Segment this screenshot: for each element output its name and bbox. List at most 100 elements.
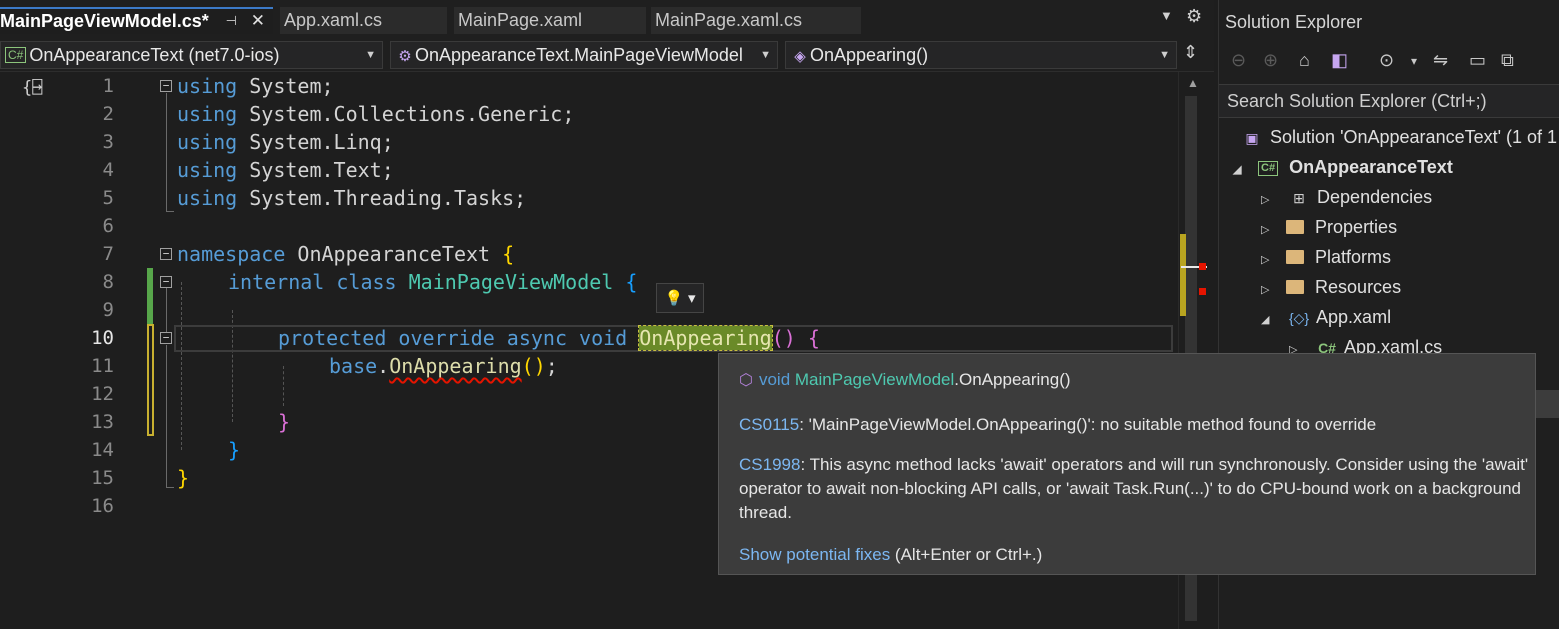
error-code-link[interactable]: CS1998 — [739, 455, 800, 474]
tree-item-app-xaml[interactable]: ◢ {◇} App.xaml — [1261, 302, 1391, 332]
quick-info-tooltip: ⬡ void MainPageViewModel.OnAppearing() CS… — [718, 353, 1536, 575]
expanded-icon[interactable]: ◢ — [1261, 305, 1281, 335]
indent-guide — [283, 366, 284, 406]
code-line-5: using System.Threading.Tasks; — [177, 186, 527, 210]
code-line-2: using System.Collections.Generic; — [177, 102, 575, 126]
expanded-icon[interactable]: ◢ — [1233, 155, 1253, 185]
collapse-icon[interactable]: − — [160, 332, 172, 344]
error-marker — [1199, 288, 1206, 295]
dependencies-icon: ⊞ — [1293, 190, 1305, 206]
tree-item-dependencies[interactable]: ▷ ⊞ Dependencies — [1261, 182, 1432, 212]
xaml-file-icon: {◇} — [1288, 310, 1310, 326]
code-line-8: internal class MainPageViewModel { — [228, 270, 638, 294]
indent-guide — [181, 282, 182, 450]
document-tab-strip: MainPageViewModel.cs* ⊣ ✕ App.xaml.cs Ma… — [0, 0, 1214, 38]
csharp-project-icon: C# — [5, 47, 27, 63]
tab-mainpage-xaml-cs[interactable]: MainPage.xaml.cs — [651, 7, 861, 34]
saved-change-marker — [147, 268, 153, 324]
outline-guide — [166, 93, 167, 211]
code-line-11: base.OnAppearing(); — [329, 354, 558, 378]
unsaved-change-marker — [147, 324, 154, 436]
line-number: 4 — [102, 159, 114, 181]
line-number: 13 — [91, 411, 114, 433]
code-line-13: } — [278, 410, 291, 434]
tooltip-signature: ⬡ void MainPageViewModel.OnAppearing() — [739, 370, 1071, 389]
tree-item-properties[interactable]: ▷ Properties — [1261, 212, 1397, 242]
pin-icon[interactable]: ⊣ — [226, 9, 237, 33]
line-number: 14 — [91, 439, 114, 461]
chevron-down-icon: ▼ — [760, 49, 771, 61]
pending-changes-filter-icon[interactable]: ⊙ — [1379, 50, 1394, 71]
code-line-15: } — [177, 466, 190, 490]
type-label: OnAppearanceText.MainPageViewModel — [415, 45, 743, 65]
line-number: 6 — [102, 215, 114, 237]
tree-item-platforms[interactable]: ▷ Platforms — [1261, 242, 1391, 272]
tab-label: MainPage.xaml.cs — [655, 10, 803, 30]
collapsed-icon[interactable]: ▷ — [1261, 215, 1281, 245]
collapse-icon[interactable]: − — [160, 248, 172, 260]
line-number: 11 — [91, 355, 114, 377]
line-number: 16 — [91, 495, 114, 517]
collapse-icon[interactable]: − — [160, 80, 172, 92]
line-number: 7 — [102, 243, 114, 265]
lightbulb-icon: 💡 — [664, 289, 684, 307]
tree-item-project[interactable]: ◢ C# OnAppearanceText — [1233, 152, 1453, 182]
project-context-dropdown[interactable]: C# OnAppearanceText (net7.0-ios) ▼ — [0, 41, 383, 69]
close-icon[interactable]: ✕ — [251, 9, 265, 33]
line-number: 1 — [102, 75, 114, 97]
collapse-all-icon[interactable]: ▭ — [1469, 50, 1486, 71]
forward-icon[interactable]: ⊕ — [1263, 50, 1278, 71]
tab-label: MainPageViewModel.cs* — [0, 11, 209, 31]
method-icon: ◈ — [794, 48, 806, 65]
split-window-icon[interactable]: ⇕ — [1183, 42, 1198, 63]
scroll-up-icon[interactable]: ▲ — [1187, 76, 1199, 90]
code-line-14: } — [228, 438, 241, 462]
navigation-bar: C# OnAppearanceText (net7.0-ios) ▼ ⚙ OnApp… — [0, 38, 1214, 72]
tree-item-solution[interactable]: ▣ Solution 'OnAppearanceText' (1 of 1 — [1239, 122, 1557, 152]
tab-mainpage-xaml[interactable]: MainPage.xaml — [454, 7, 646, 34]
gear-icon[interactable]: ⚙ — [1186, 6, 1202, 27]
collapsed-icon[interactable]: ▷ — [1261, 245, 1281, 275]
chevron-down-icon: ▾ — [687, 289, 696, 307]
sync-with-document-icon[interactable]: ⇋ — [1433, 50, 1448, 71]
show-potential-fixes-link[interactable]: Show potential fixes — [739, 545, 890, 564]
collapsed-icon[interactable]: ▷ — [1261, 275, 1281, 305]
outline-guide-end — [166, 487, 174, 488]
member-label: OnAppearing() — [810, 45, 929, 65]
outline-guide — [166, 345, 167, 487]
code-line-10: protected override async void OnAppearin… — [278, 325, 820, 351]
collapsed-icon[interactable]: ▷ — [1261, 185, 1281, 215]
error-squiggle: OnAppearing — [389, 354, 522, 378]
line-number-current: 10 — [91, 327, 114, 349]
home-icon[interactable]: ⌂ — [1299, 50, 1310, 71]
error-code-link[interactable]: CS0115 — [739, 415, 799, 434]
tab-app-xaml-cs[interactable]: App.xaml.cs — [280, 7, 447, 34]
solution-explorer-toolbar: ⊖ ⊕ ⌂ ◧ ⊙ ▾ ⇋ ▭ ⧉ — [1219, 42, 1559, 82]
highlighted-symbol: OnAppearing — [638, 325, 773, 351]
code-line-7: namespace OnAppearanceText { — [177, 242, 515, 266]
tab-list-dropdown-icon[interactable]: ▼ — [1160, 8, 1173, 23]
properties-folder-icon — [1286, 220, 1305, 234]
lightbulb-button[interactable]: 💡 ▾ — [656, 283, 704, 313]
collapse-icon[interactable]: − — [160, 276, 172, 288]
switch-views-icon[interactable]: ◧ — [1331, 50, 1348, 71]
panel-title: Solution Explorer — [1225, 12, 1363, 32]
type-dropdown[interactable]: ⚙ OnAppearanceText.MainPageViewModel ▼ — [390, 41, 778, 69]
member-dropdown[interactable]: ◈ OnAppearing() ▼ — [785, 41, 1177, 69]
chevron-down-icon[interactable]: ▾ — [1411, 54, 1417, 68]
solution-explorer-search-input[interactable]: Search Solution Explorer (Ctrl+;) — [1219, 84, 1559, 118]
tree-item-resources[interactable]: ▷ Resources — [1261, 272, 1401, 302]
tab-label: MainPage.xaml — [458, 10, 583, 30]
back-icon[interactable]: ⊖ — [1231, 50, 1246, 71]
show-all-files-icon[interactable]: ⧉ — [1501, 50, 1514, 71]
line-number: 2 — [102, 103, 114, 125]
folder-icon — [1286, 280, 1305, 294]
code-line-1: using System; — [177, 74, 334, 98]
tab-mainpageviewmodel-cs[interactable]: MainPageViewModel.cs* ⊣ ✕ — [0, 7, 273, 34]
project-context-label: OnAppearanceText (net7.0-ios) — [29, 45, 280, 65]
error-marker — [1199, 263, 1206, 270]
tab-label: App.xaml.cs — [284, 10, 383, 30]
tooltip-error-cs1998: CS1998: This async method lacks 'await' … — [739, 455, 1529, 522]
code-line-4: using System.Text; — [177, 158, 394, 182]
method-cube-icon: ⬡ — [739, 372, 753, 389]
